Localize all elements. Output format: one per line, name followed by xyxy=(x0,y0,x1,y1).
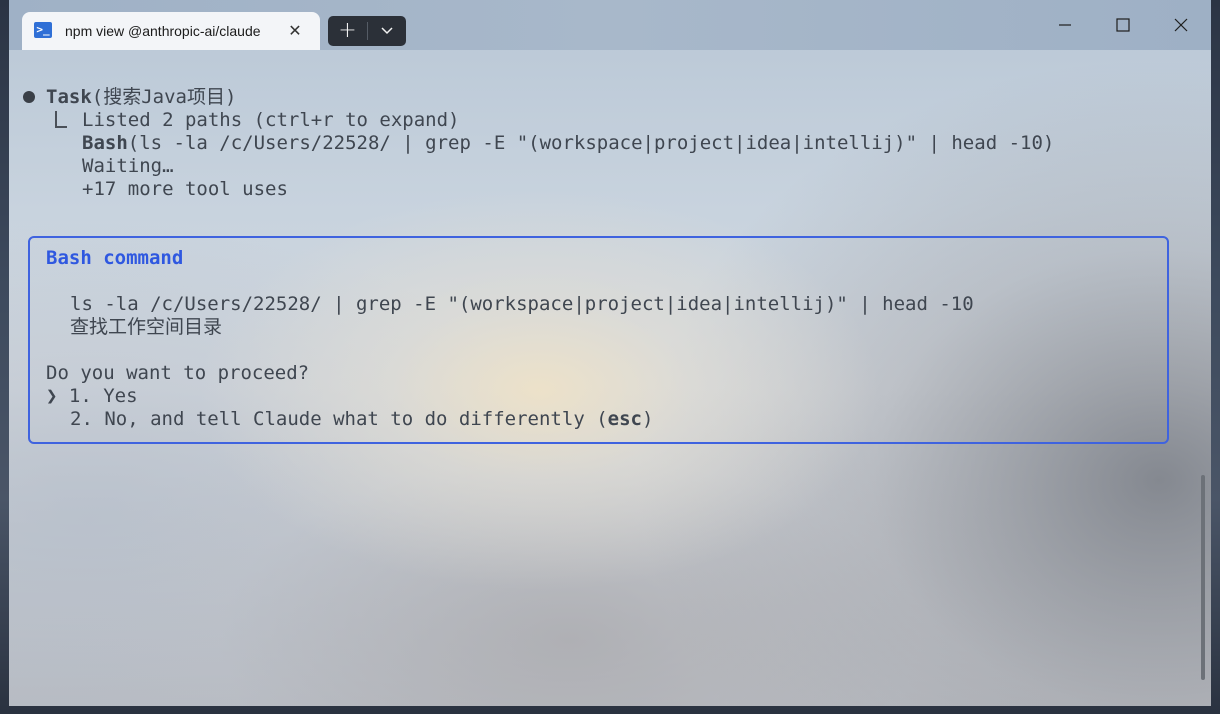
minimize-icon[interactable] xyxy=(1042,8,1088,42)
option-no-suffix: ) xyxy=(641,408,654,430)
option-no-label: 2. No, and tell Claude what to do differ… xyxy=(70,408,608,430)
dialog-title: Bash command xyxy=(46,247,184,269)
chevron-down-icon[interactable] xyxy=(368,16,406,46)
tab-close-icon[interactable]: ✕ xyxy=(284,20,306,42)
new-tab-group: + xyxy=(328,16,406,46)
tab-active[interactable]: >_ npm view @anthropic-ai/claude ✕ xyxy=(22,12,320,50)
esc-key-label: esc xyxy=(607,408,642,430)
maximize-icon[interactable] xyxy=(1100,8,1146,42)
option-no[interactable]: 2. No, and tell Claude what to do differ… xyxy=(70,408,653,431)
bullet-icon xyxy=(23,91,35,103)
title-bar: >_ npm view @anthropic-ai/claude ✕ + xyxy=(9,0,1211,50)
close-icon[interactable] xyxy=(1158,8,1204,42)
terminal-output[interactable]: Task(搜索Java项目) Listed 2 paths (ctrl+r to… xyxy=(9,50,1199,706)
tree-connector-icon xyxy=(55,111,67,128)
powershell-icon: >_ xyxy=(34,22,52,38)
command-description: 查找工作空间目录 xyxy=(70,316,223,338)
bash-label: Bash xyxy=(82,132,128,154)
option-yes-label: 1. Yes xyxy=(68,385,138,407)
command-text: ls -la /c/Users/22528/ | grep -E "(works… xyxy=(70,293,974,315)
listed-paths-line: Listed 2 paths (ctrl+r to expand) xyxy=(82,109,460,131)
terminal-window: >_ npm view @anthropic-ai/claude ✕ + Tas… xyxy=(9,0,1211,706)
bash-args: (ls -la /c/Users/22528/ | grep -E "(work… xyxy=(127,132,1055,154)
task-line: Task(搜索Java项目) xyxy=(46,86,236,109)
more-tool-uses-line: +17 more tool uses xyxy=(82,178,288,200)
option-yes[interactable]: ❯ 1. Yes xyxy=(46,385,138,408)
tab-title: npm view @anthropic-ai/claude xyxy=(65,23,261,39)
bash-line: Bash(ls -la /c/Users/22528/ | grep -E "(… xyxy=(82,132,1054,155)
waiting-line: Waiting… xyxy=(82,155,174,177)
selection-cursor-icon: ❯ xyxy=(46,385,58,407)
new-tab-button[interactable]: + xyxy=(328,16,367,46)
task-args: (搜索Java项目) xyxy=(91,86,237,108)
task-name: Task xyxy=(46,86,92,108)
proceed-question: Do you want to proceed? xyxy=(46,362,310,384)
scrollbar-thumb[interactable] xyxy=(1201,475,1205,680)
